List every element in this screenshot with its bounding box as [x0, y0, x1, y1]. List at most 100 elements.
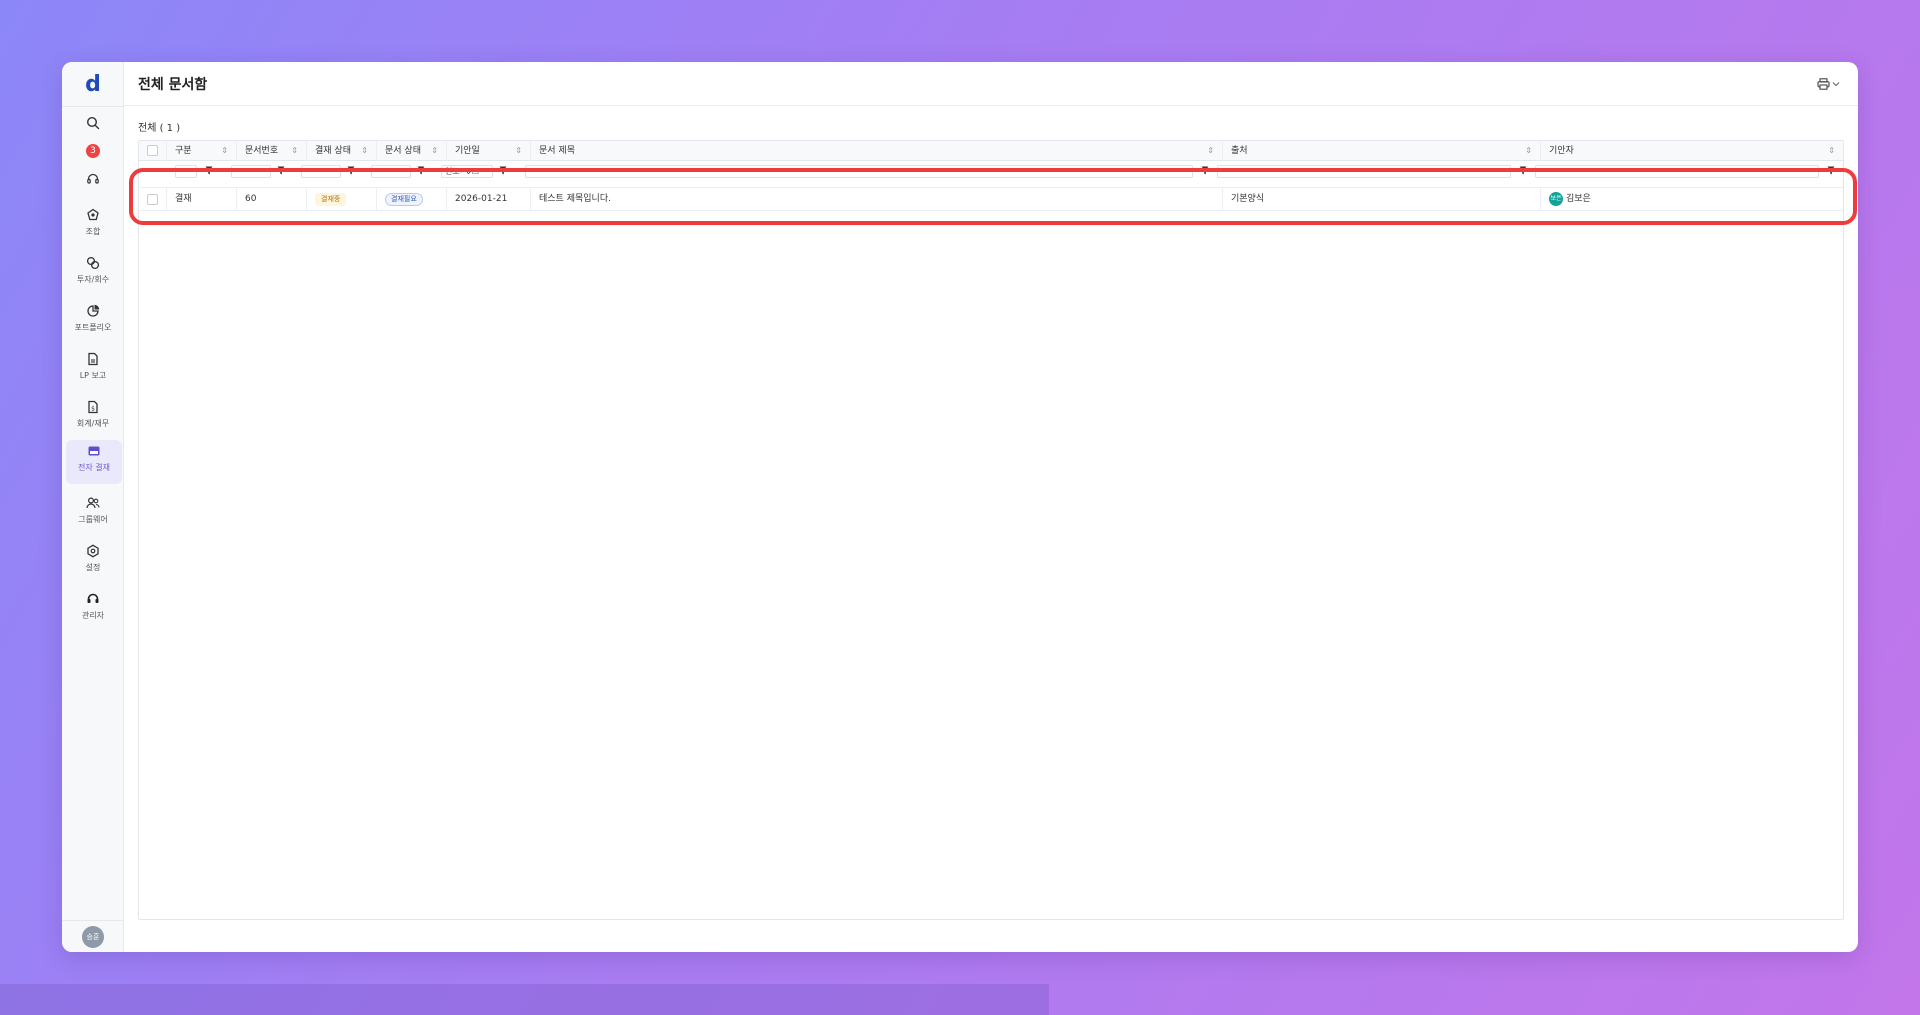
documents-table: 구분 ⇕ 문서번호 ⇕ 결재 상태 ⇕ 문서 상태 ⇕ 기안일 ⇕ 문서 제목 ⇕ 출처 ⇕ … — [138, 140, 1844, 920]
column-header-draft-date[interactable]: 기안일 ⇕ — [447, 141, 531, 161]
sidebar-item-accounting[interactable]: $ 회계/재무 — [62, 396, 124, 440]
filter-drafter — [1535, 165, 1837, 179]
sidebar-item-investment[interactable]: 투자/회수 — [62, 252, 124, 296]
sidebar-item-settings[interactable]: 설정 — [62, 540, 124, 584]
filter-input[interactable] — [525, 165, 1193, 178]
filter-input[interactable] — [231, 165, 271, 178]
sort-icon[interactable]: ⇕ — [431, 141, 438, 161]
sidebar-item-label: 회계/재무 — [76, 419, 110, 428]
column-header-title[interactable]: 문서 제목 ⇕ — [531, 141, 1223, 161]
settings-icon — [87, 544, 99, 558]
column-label: 구분 — [175, 146, 192, 156]
printer-icon — [1817, 78, 1830, 90]
filter-icon[interactable] — [1519, 166, 1527, 175]
cell-source: 기본양식 — [1223, 188, 1541, 211]
filter-title — [525, 165, 1217, 179]
cell-type: 결재 — [167, 188, 237, 211]
column-label: 출처 — [1231, 146, 1248, 156]
filter-type — [175, 165, 231, 179]
sidebar: d 3 조합 투자/회수 포트폴리오 LP 보고 $ 회계/재무 전자 결재 그… — [62, 62, 124, 952]
page-title: 전체 문서함 — [138, 77, 208, 93]
sidebar-item-admin[interactable]: 관리자 — [62, 588, 124, 632]
sidebar-item-label: 전자 결재 — [78, 463, 110, 472]
filter-icon[interactable] — [1201, 166, 1209, 175]
filter-icon[interactable] — [417, 166, 425, 175]
filter-doc-status — [371, 165, 441, 179]
sidebar-item-label: LP 보고 — [79, 371, 107, 380]
cell-doc-no: 60 — [237, 188, 307, 211]
filter-doc-no — [231, 165, 301, 179]
sort-icon[interactable]: ⇕ — [1828, 141, 1835, 161]
column-header-doc-status[interactable]: 문서 상태 ⇕ — [377, 141, 447, 161]
sort-icon[interactable]: ⇕ — [1207, 141, 1214, 161]
cell-drafter: 보은 김보은 — [1541, 188, 1843, 211]
filter-icon[interactable] — [347, 166, 355, 175]
sort-icon[interactable]: ⇕ — [221, 141, 228, 161]
sidebar-item-label: 관리자 — [81, 611, 105, 620]
column-label: 기안일 — [455, 146, 480, 156]
app-logo[interactable]: d — [62, 70, 124, 100]
column-header-approval-status[interactable]: 결재 상태 ⇕ — [307, 141, 377, 161]
filter-input[interactable] — [1217, 165, 1511, 178]
filter-input[interactable] — [371, 165, 411, 178]
sidebar-item-groupware[interactable]: 그룹웨어 — [62, 492, 124, 536]
column-header-drafter[interactable]: 기안자 ⇕ — [1541, 141, 1843, 161]
approval-icon — [88, 446, 100, 456]
column-header-doc-no[interactable]: 문서번호 ⇕ — [237, 141, 307, 161]
sort-icon[interactable]: ⇕ — [1525, 141, 1532, 161]
accounting-icon: $ — [88, 400, 98, 414]
sidebar-item-lp-report[interactable]: LP 보고 — [62, 348, 124, 392]
cell-title[interactable]: 테스트 제목입니다. — [531, 188, 1223, 211]
print-button[interactable] — [1817, 76, 1840, 92]
investment-icon — [86, 256, 100, 270]
filter-draft-date: 연도- ⇕☐ — [441, 165, 525, 179]
column-header-source[interactable]: 출처 ⇕ — [1223, 141, 1541, 161]
sidebar-item-portfolio[interactable]: 포트폴리오 — [62, 300, 124, 344]
search-icon[interactable] — [62, 116, 124, 130]
date-filter-input[interactable]: 연도- ⇕☐ — [441, 165, 493, 178]
sidebar-item-approval[interactable]: 전자 결재 — [66, 440, 122, 484]
admin-icon — [87, 593, 99, 603]
table-header: 구분 ⇕ 문서번호 ⇕ 결재 상태 ⇕ 문서 상태 ⇕ 기안일 ⇕ 문서 제목 ⇕ 출처 ⇕ … — [139, 141, 1843, 161]
sort-icon[interactable]: ⇕ — [291, 141, 298, 161]
status-badge: 결재필요 — [385, 193, 423, 206]
headset-icon[interactable] — [62, 172, 124, 186]
select-all-checkbox[interactable] — [147, 145, 158, 156]
portfolio-icon — [87, 304, 100, 317]
filter-row: 연도- ⇕☐ — [139, 162, 1843, 184]
column-header-type[interactable]: 구분 ⇕ — [167, 141, 237, 161]
column-label: 문서 상태 — [385, 146, 421, 156]
document-count-label: 전체 ( 1 ) — [138, 123, 181, 134]
divider — [124, 105, 1858, 106]
filter-icon[interactable] — [205, 166, 213, 175]
groupware-icon — [86, 497, 100, 509]
filter-approval-status — [301, 165, 371, 179]
sort-icon[interactable]: ⇕ — [361, 141, 368, 161]
sidebar-item-label: 설정 — [85, 563, 101, 572]
status-badge: 결재중 — [315, 193, 347, 206]
sort-icon[interactable]: ⇕ — [515, 141, 522, 161]
filter-icon[interactable] — [1827, 166, 1835, 175]
taskbar-strip — [0, 984, 1049, 1015]
filter-input[interactable] — [175, 165, 197, 178]
row-checkbox[interactable] — [147, 194, 158, 205]
sidebar-item-label: 조합 — [85, 227, 101, 236]
svg-text:$: $ — [91, 406, 95, 413]
sidebar-item-label: 투자/회수 — [76, 275, 110, 284]
filter-input[interactable] — [1535, 165, 1819, 178]
cell-approval-status: 결재중 — [307, 188, 377, 211]
notification-badge[interactable]: 3 — [62, 144, 124, 158]
filter-icon[interactable] — [277, 166, 285, 175]
avatar: 보은 — [1549, 191, 1563, 206]
table-row[interactable]: 결재 60 결재중 결재필요 2026-01-21 테스트 제목입니다. 기본양… — [139, 187, 1843, 211]
filter-input[interactable] — [301, 165, 341, 178]
fund-icon — [87, 208, 99, 221]
filter-source — [1217, 165, 1535, 179]
report-icon — [88, 352, 98, 366]
chevron-down-icon — [1832, 82, 1840, 87]
sidebar-item-fund[interactable]: 조합 — [62, 204, 124, 248]
filter-icon[interactable] — [499, 166, 507, 175]
user-avatar[interactable]: 승훈 — [82, 926, 104, 948]
column-label: 기안자 — [1549, 146, 1574, 156]
notification-count: 3 — [86, 144, 100, 158]
